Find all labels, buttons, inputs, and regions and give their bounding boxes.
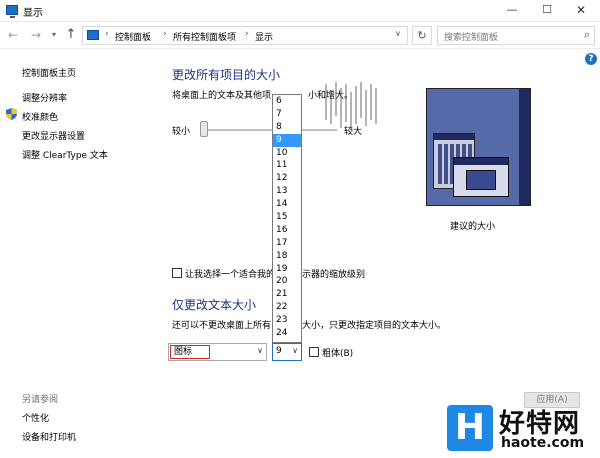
font-size-option[interactable]: 23: [273, 314, 301, 327]
breadcrumb-separator: ›: [245, 29, 249, 39]
refresh-icon[interactable]: ↻: [412, 26, 432, 45]
font-size-option[interactable]: 12: [273, 172, 301, 185]
section-heading-text-only: 仅更改文本大小: [172, 298, 257, 312]
bold-checkbox[interactable]: [309, 347, 319, 357]
item-select-value: 图标: [170, 345, 210, 359]
breadcrumb-separator: ›: [163, 29, 167, 39]
navigation-bar: ← → ▾ ↑ › 控制面板 › 所有控制面板项 › 显示 ∨ ↻ 搜索控制面板…: [0, 23, 600, 49]
scaling-preview-image: [426, 88, 531, 206]
font-size-select[interactable]: 9 ∨: [272, 343, 302, 361]
slider-small-label: 较小: [172, 127, 191, 137]
help-icon[interactable]: ?: [585, 53, 597, 65]
font-size-option[interactable]: 16: [273, 224, 301, 237]
preview-taskbar: [519, 89, 530, 205]
font-size-select-value: 9: [276, 346, 282, 356]
search-placeholder: 搜索控制面板: [444, 33, 499, 43]
custom-scaling-label: 让我选择一个适合我的: [185, 270, 276, 280]
font-size-option[interactable]: 11: [273, 159, 301, 172]
text-size-description-tail: 大小，只更改指定项目的文本大小。: [302, 321, 447, 331]
font-size-option[interactable]: 8: [273, 121, 301, 134]
arrow-right-icon[interactable]: →: [27, 26, 45, 44]
font-size-option[interactable]: 17: [273, 237, 301, 250]
font-size-option[interactable]: 10: [273, 147, 301, 160]
size-slider-track[interactable]: [205, 129, 337, 131]
custom-scaling-label-tail: 示器的缩放级别: [302, 270, 366, 280]
logo-url: haote.com: [501, 435, 585, 451]
chevron-down-icon[interactable]: ∨: [395, 29, 401, 38]
chevron-down-icon[interactable]: ▾: [45, 26, 63, 44]
title-bar: 显示 — ☐ ✕: [0, 0, 600, 22]
custom-scaling-checkbox[interactable]: [172, 268, 182, 278]
sidebar-item-calibrate[interactable]: 校准颜色: [22, 110, 58, 123]
font-size-option[interactable]: 14: [273, 198, 301, 211]
font-size-option[interactable]: 24: [273, 327, 301, 340]
font-size-option[interactable]: 20: [273, 275, 301, 288]
search-icon[interactable]: ⌕: [584, 28, 590, 42]
address-bar[interactable]: › 控制面板 › 所有控制面板项 › 显示 ∨: [82, 26, 408, 45]
sidebar-item-personalize[interactable]: 个性化: [22, 411, 49, 424]
sidebar-home-link[interactable]: 控制面板主页: [22, 66, 76, 79]
item-select[interactable]: 图标 ∨: [168, 343, 267, 361]
font-size-option[interactable]: 15: [273, 211, 301, 224]
font-size-option[interactable]: 19: [273, 263, 301, 276]
maximize-button[interactable]: ☐: [532, 0, 562, 20]
preview-caption: 建议的大小: [450, 222, 496, 232]
chevron-down-icon: ∨: [292, 346, 298, 355]
preview-window-front: [453, 157, 509, 197]
watermark-pattern: [325, 82, 377, 130]
arrow-left-icon[interactable]: ←: [4, 26, 22, 44]
font-size-option[interactable]: 21: [273, 288, 301, 301]
font-size-option[interactable]: 22: [273, 301, 301, 314]
search-input[interactable]: 搜索控制面板 ⌕: [437, 26, 595, 45]
arrow-up-icon[interactable]: ↑: [62, 26, 80, 44]
breadcrumb-control-panel[interactable]: 控制面板: [115, 30, 151, 43]
minimize-button[interactable]: —: [497, 0, 527, 20]
font-size-option[interactable]: 7: [273, 108, 301, 121]
section-heading-all-items: 更改所有项目的大小: [172, 68, 281, 82]
font-size-option[interactable]: 6: [273, 95, 301, 108]
font-size-option[interactable]: 18: [273, 250, 301, 263]
font-size-dropdown-list[interactable]: 6 7 8 9 10 11 12 13 14 15 16 17 18 19 20 21 22 23 24: [272, 94, 302, 343]
bold-label: 粗体(B): [322, 349, 354, 359]
font-size-option[interactable]: 9: [273, 133, 301, 147]
close-button[interactable]: ✕: [566, 0, 596, 20]
window-title: 显示: [23, 8, 43, 19]
display-icon: [6, 5, 18, 18]
section-description: 将桌面上的文本及其他项: [172, 91, 272, 101]
site-logo: H 好特网 haote.com: [447, 401, 597, 455]
shield-icon: [6, 108, 17, 120]
chevron-down-icon: ∨: [257, 346, 263, 355]
sidebar-item-monitor-settings[interactable]: 更改显示器设置: [22, 129, 85, 142]
see-also-title: 另请参阅: [22, 395, 59, 405]
size-slider-thumb[interactable]: [200, 121, 208, 137]
font-size-option[interactable]: 13: [273, 185, 301, 198]
breadcrumb-display[interactable]: 显示: [255, 30, 273, 43]
breadcrumb-separator: ›: [105, 29, 109, 39]
breadcrumb-all-items[interactable]: 所有控制面板项: [173, 30, 236, 43]
control-panel-icon: [87, 30, 99, 40]
text-size-description: 还可以不更改桌面上所有: [172, 321, 272, 331]
sidebar-item-cleartype[interactable]: 调整 ClearType 文本: [22, 148, 108, 161]
sidebar-item-devices-printers[interactable]: 设备和打印机: [22, 430, 76, 443]
logo-mark: H: [447, 405, 493, 451]
sidebar-item-resolution[interactable]: 调整分辨率: [22, 91, 67, 104]
